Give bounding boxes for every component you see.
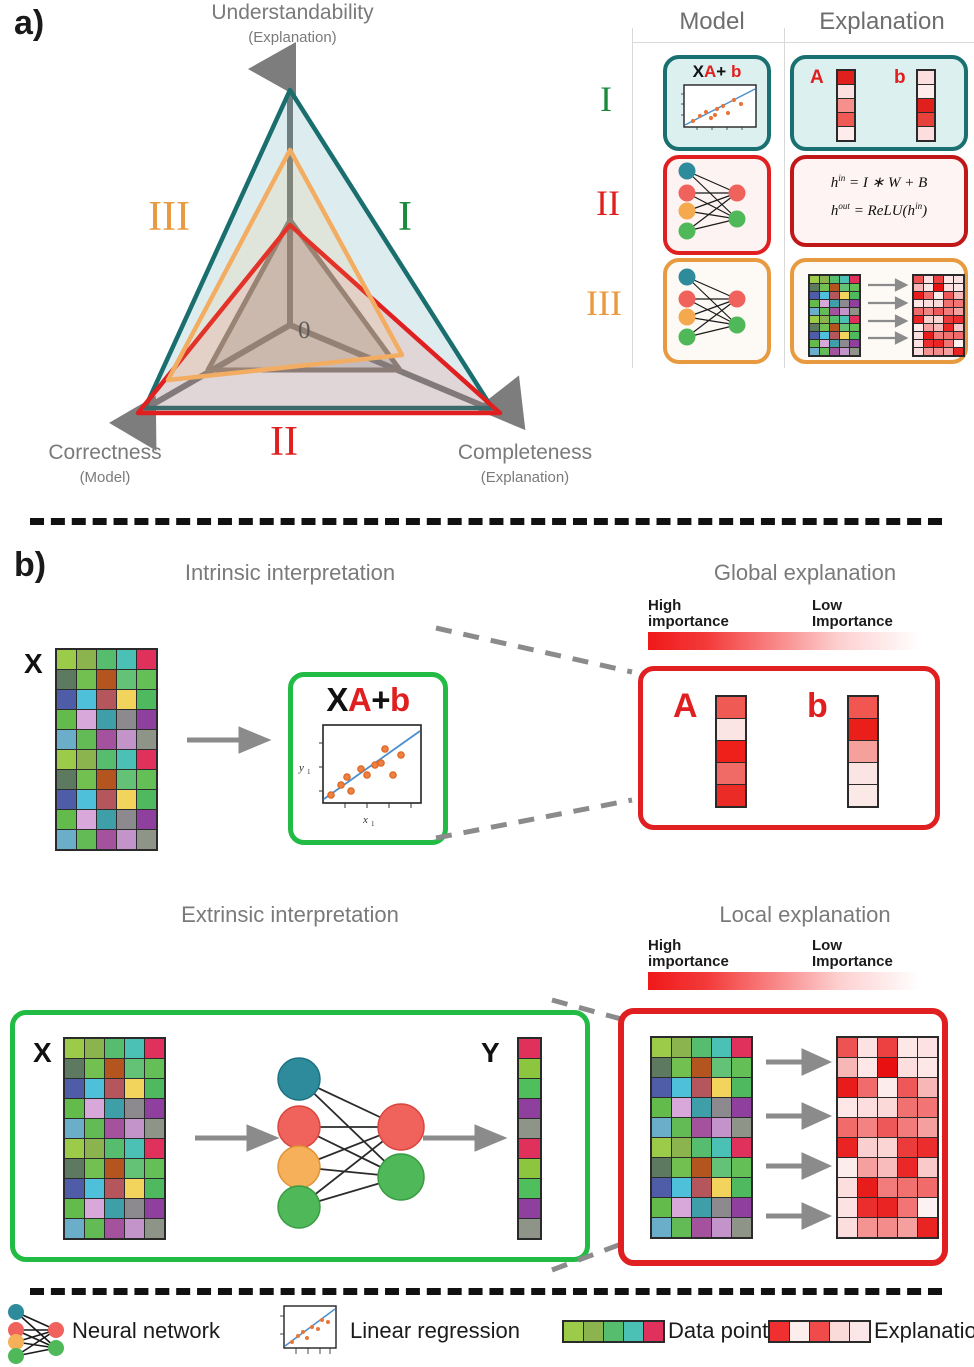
section-title-global: Global explanation	[713, 560, 897, 585]
section-title-intrinsic: Intrinsic interpretation	[184, 560, 396, 585]
output-vector-y	[517, 1037, 542, 1240]
table-head-rule	[632, 42, 974, 43]
arrow-extrinsic-out	[423, 1124, 508, 1152]
axis-title-understandability: Understandability (Explanation)	[211, 1, 374, 46]
mini-scatter-i	[681, 84, 757, 130]
table-row-label-ii: II	[596, 183, 620, 223]
radar-chart: 0	[90, 42, 550, 451]
formula-b-b: b	[389, 681, 410, 718]
panel-b-label: b)	[14, 546, 47, 584]
vector-label-b-i: b	[894, 67, 906, 88]
legend-label-explanation: Explanation	[874, 1318, 974, 1343]
radar-origin-label: 0	[298, 317, 311, 344]
legend-label-data-point: Data point	[668, 1318, 769, 1343]
output-label-y: Y	[481, 1037, 500, 1068]
axis-title-correctness: Correctness (Model)	[48, 441, 162, 486]
vector-a-global	[715, 695, 747, 808]
vector-b-i	[916, 69, 936, 142]
data-matrix-extrinsic	[63, 1037, 166, 1240]
linear-regression-icon-legend	[280, 1305, 337, 1354]
neural-network-extrinsic	[277, 1057, 425, 1229]
table-cell-model-ii	[663, 155, 771, 255]
svg-text:1: 1	[307, 768, 311, 776]
table-cell-explanation-ii: hin = I ∗ W + B hout = ReLU(hin)	[790, 155, 968, 247]
axis-title-completeness: Completeness (Explanation)	[457, 441, 593, 486]
radar-label-ii: II	[270, 419, 298, 465]
legend-label-linear-regression: Linear regression	[350, 1318, 520, 1343]
mini-arrows	[868, 278, 909, 345]
importance-gradient-local	[648, 972, 920, 990]
input-label-x-extrinsic: X	[33, 1037, 52, 1068]
scatter-xlabel: x	[362, 814, 368, 826]
svg-text:1: 1	[371, 820, 375, 828]
arrows-local	[766, 1048, 833, 1230]
formula-line-2: hout = ReLU(hin)	[830, 201, 928, 219]
neural-network-icon-ii	[678, 162, 746, 240]
formula-x-i: X	[692, 62, 704, 81]
heatmap-matrix-local	[836, 1036, 939, 1239]
mini-data-matrix	[808, 274, 861, 357]
input-label-x-intrinsic: X	[24, 648, 43, 679]
section-title-extrinsic: Extrinsic interpretation	[181, 902, 399, 927]
table-cell-explanation-iii	[790, 258, 968, 364]
formula-x-b: X	[326, 681, 348, 718]
vector-b-global	[847, 695, 879, 808]
scale-high-label-global: High importance	[648, 597, 729, 630]
section-divider-2	[30, 1288, 942, 1295]
section-divider-1	[30, 518, 942, 525]
table-cell-explanation-i: A b	[790, 55, 968, 151]
formula-line-1: hin = I ∗ W + B	[830, 173, 928, 191]
vector-label-a-global: A	[673, 687, 698, 725]
scale-high-label-local: High importance	[648, 937, 729, 970]
scale-low-label-global: Low Importance	[812, 597, 893, 630]
radar-label-iii: III	[148, 194, 190, 240]
panel-a-label: a)	[14, 4, 45, 42]
table-column-explanation: Explanation	[819, 8, 945, 35]
neural-network-icon-legend	[8, 1304, 64, 1364]
table-column-model: Model	[679, 8, 745, 35]
legend-label-neural-network: Neural network	[72, 1318, 220, 1343]
connector-global	[435, 625, 633, 841]
explanation-swatch-icon	[768, 1320, 871, 1343]
mini-heatmap-matrix	[912, 274, 965, 357]
formula-a-i: A	[704, 62, 717, 81]
scatter-ylabel: y	[298, 762, 304, 774]
model-box-extrinsic: X Y	[10, 1010, 590, 1262]
table-cell-model-i: XA+ b	[663, 55, 771, 151]
table-mid-divider	[784, 28, 785, 368]
importance-gradient-global	[648, 632, 920, 650]
scale-low-label-local: Low Importance	[812, 937, 893, 970]
vector-label-b-global: b	[807, 687, 828, 725]
formula-b-i: b	[730, 62, 742, 81]
vector-a-i	[836, 69, 856, 142]
table-row-label-iii: III	[586, 283, 622, 323]
data-matrix-intrinsic	[55, 648, 158, 851]
formula-a-b: A	[347, 681, 372, 718]
data-matrix-local	[650, 1036, 753, 1239]
table-cell-model-iii	[663, 258, 771, 364]
model-box-linear-regression: XA+b y 1 x 1	[288, 672, 448, 845]
data-point-swatch-icon	[562, 1320, 665, 1343]
arrow-intrinsic	[187, 726, 272, 754]
radar-label-i: I	[398, 194, 412, 240]
table-row-label-i: I	[600, 79, 612, 119]
explanation-box-global: A b	[638, 666, 940, 830]
explanation-box-local	[618, 1008, 948, 1266]
table-left-divider	[632, 28, 633, 368]
formula-plus-b: +	[371, 681, 390, 718]
formula-plus-i: +	[716, 62, 727, 81]
section-title-local: Local explanation	[719, 902, 891, 927]
vector-label-a-i: A	[810, 67, 824, 88]
neural-network-icon-iii	[678, 268, 746, 346]
scatter-plot-intrinsic: y 1 x 1	[298, 724, 422, 828]
